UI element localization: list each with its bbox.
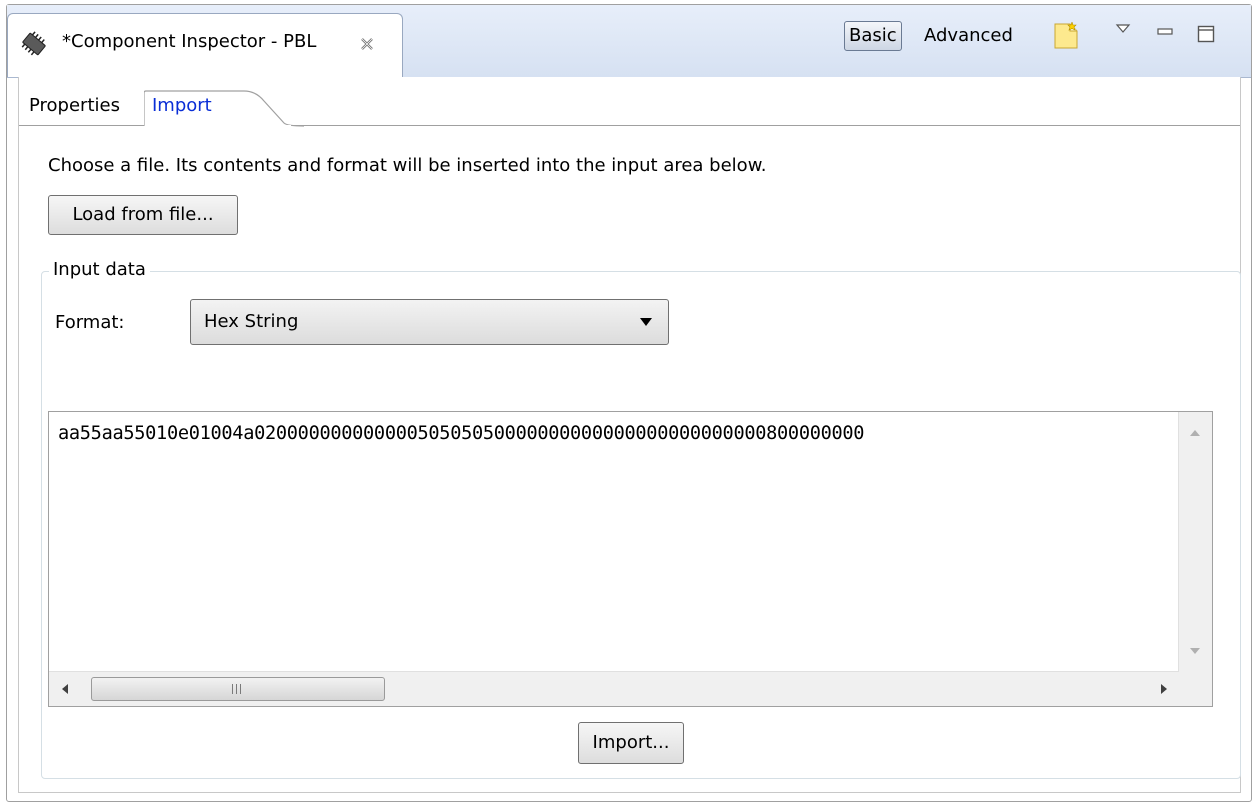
view-title-bar: *Component Inspector - PBL Basic Advance…: [7, 5, 1251, 78]
scroll-left-icon[interactable]: [62, 684, 68, 694]
minimize-icon[interactable]: [1157, 27, 1173, 37]
input-data-text[interactable]: aa55aa55010e01004a0200000000000005050505…: [58, 423, 1172, 444]
horizontal-scrollbar[interactable]: [49, 671, 1179, 706]
chevron-down-icon: [640, 318, 652, 326]
input-data-group-label: Input data: [49, 259, 150, 281]
scroll-down-icon[interactable]: [1190, 648, 1200, 654]
format-select-value: Hex String: [204, 311, 299, 332]
basic-mode-button[interactable]: Basic: [844, 21, 902, 51]
maximize-icon[interactable]: [1197, 25, 1215, 43]
grip-icon: [232, 684, 244, 694]
component-inspector-view: *Component Inspector - PBL Basic Advance…: [6, 4, 1252, 802]
vertical-scrollbar[interactable]: [1178, 412, 1212, 672]
format-select[interactable]: Hex String: [190, 299, 669, 345]
scroll-up-icon[interactable]: [1190, 430, 1200, 436]
format-label: Format:: [55, 312, 125, 333]
horizontal-scroll-thumb[interactable]: [91, 677, 385, 701]
scrollbar-corner: [1179, 672, 1212, 706]
load-from-file-button[interactable]: Load from file...: [48, 195, 238, 235]
import-button[interactable]: Import...: [578, 722, 684, 764]
advanced-mode-button[interactable]: Advanced: [919, 21, 1018, 51]
scroll-right-icon[interactable]: [1161, 684, 1167, 694]
inspector-content: Properties Import Choose a file. Its con…: [18, 77, 1241, 793]
view-tab[interactable]: *Component Inspector - PBL: [7, 13, 403, 77]
view-title: *Component Inspector - PBL: [62, 31, 317, 52]
new-document-icon[interactable]: [1053, 22, 1079, 50]
tab-import[interactable]: Import: [152, 92, 212, 122]
close-icon[interactable]: [360, 37, 374, 51]
input-data-textarea[interactable]: aa55aa55010e01004a0200000000000005050505…: [48, 411, 1213, 707]
view-menu-icon[interactable]: [1115, 23, 1131, 35]
instructions-text: Choose a file. Its contents and format w…: [48, 155, 767, 176]
tab-bar: Properties Import: [19, 77, 1240, 127]
tab-properties[interactable]: Properties: [29, 92, 120, 122]
chip-icon: [21, 31, 46, 56]
